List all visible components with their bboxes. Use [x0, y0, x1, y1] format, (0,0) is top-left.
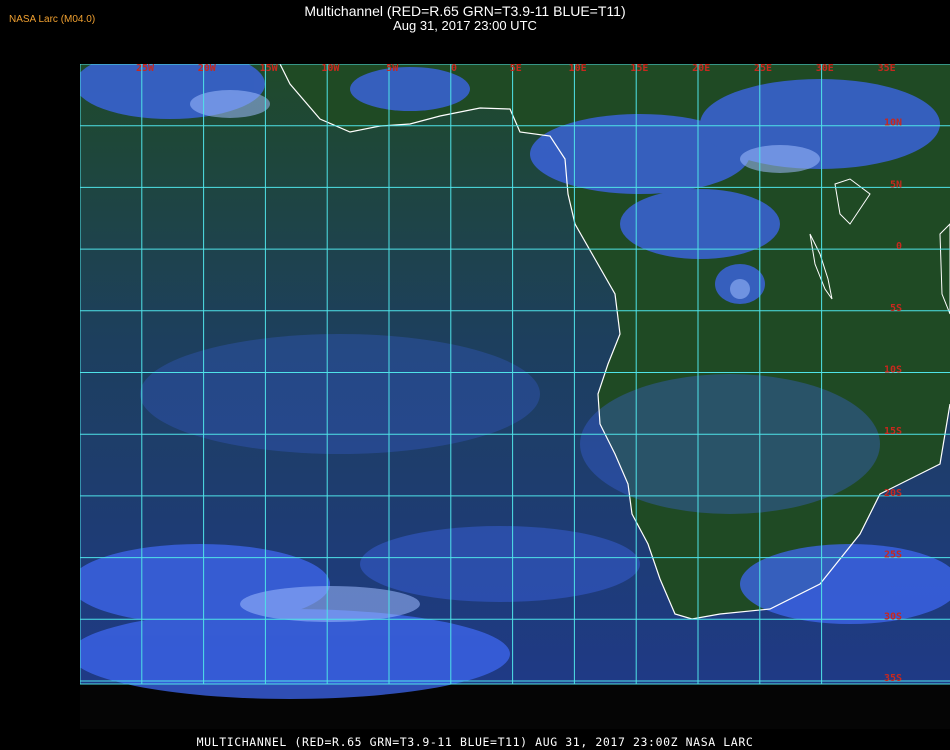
agency-label: NASA Larc (M04.0) — [9, 14, 96, 25]
latitude-label: 5S — [890, 303, 902, 314]
longitude-label: 5E — [510, 64, 522, 74]
latitude-label: 0 — [896, 241, 902, 252]
longitude-label: 25W — [136, 64, 155, 74]
longitude-label: 35E — [878, 64, 896, 74]
latitude-label: 5N — [890, 179, 902, 190]
longitude-label: 30E — [816, 64, 834, 74]
latitude-label: 30S — [884, 611, 902, 622]
satellite-map: 25W 20W 15W 10W 5W 0 5E 10E 15E 20E 25E 30E 35E 10N 5N… — [80, 64, 950, 729]
longitude-label: 0 — [451, 64, 457, 74]
longitude-label: 15E — [630, 64, 648, 74]
longitude-label: 5W — [386, 64, 399, 74]
latitude-label: 10S — [884, 365, 902, 376]
latitude-label: 20S — [884, 488, 902, 499]
latitude-label: 10N — [884, 118, 902, 129]
latitude-label: 15S — [884, 426, 902, 437]
longitude-label: 20W — [198, 64, 217, 74]
image-datetime: Aug 31, 2017 23:00 UTC — [393, 18, 537, 33]
latitude-label: 25S — [884, 550, 902, 561]
longitude-label: 10E — [569, 64, 587, 74]
latitude-label: 35S — [884, 673, 902, 684]
longitude-label: 25E — [754, 64, 772, 74]
longitude-label: 15W — [260, 64, 279, 74]
footer-caption: MULTICHANNEL (RED=R.65 GRN=T3.9-11 BLUE=… — [196, 735, 754, 749]
longitude-label: 10W — [321, 64, 340, 74]
image-title: Multichannel (RED=R.65 GRN=T3.9-11 BLUE=… — [304, 3, 626, 19]
longitude-label: 20E — [692, 64, 710, 74]
